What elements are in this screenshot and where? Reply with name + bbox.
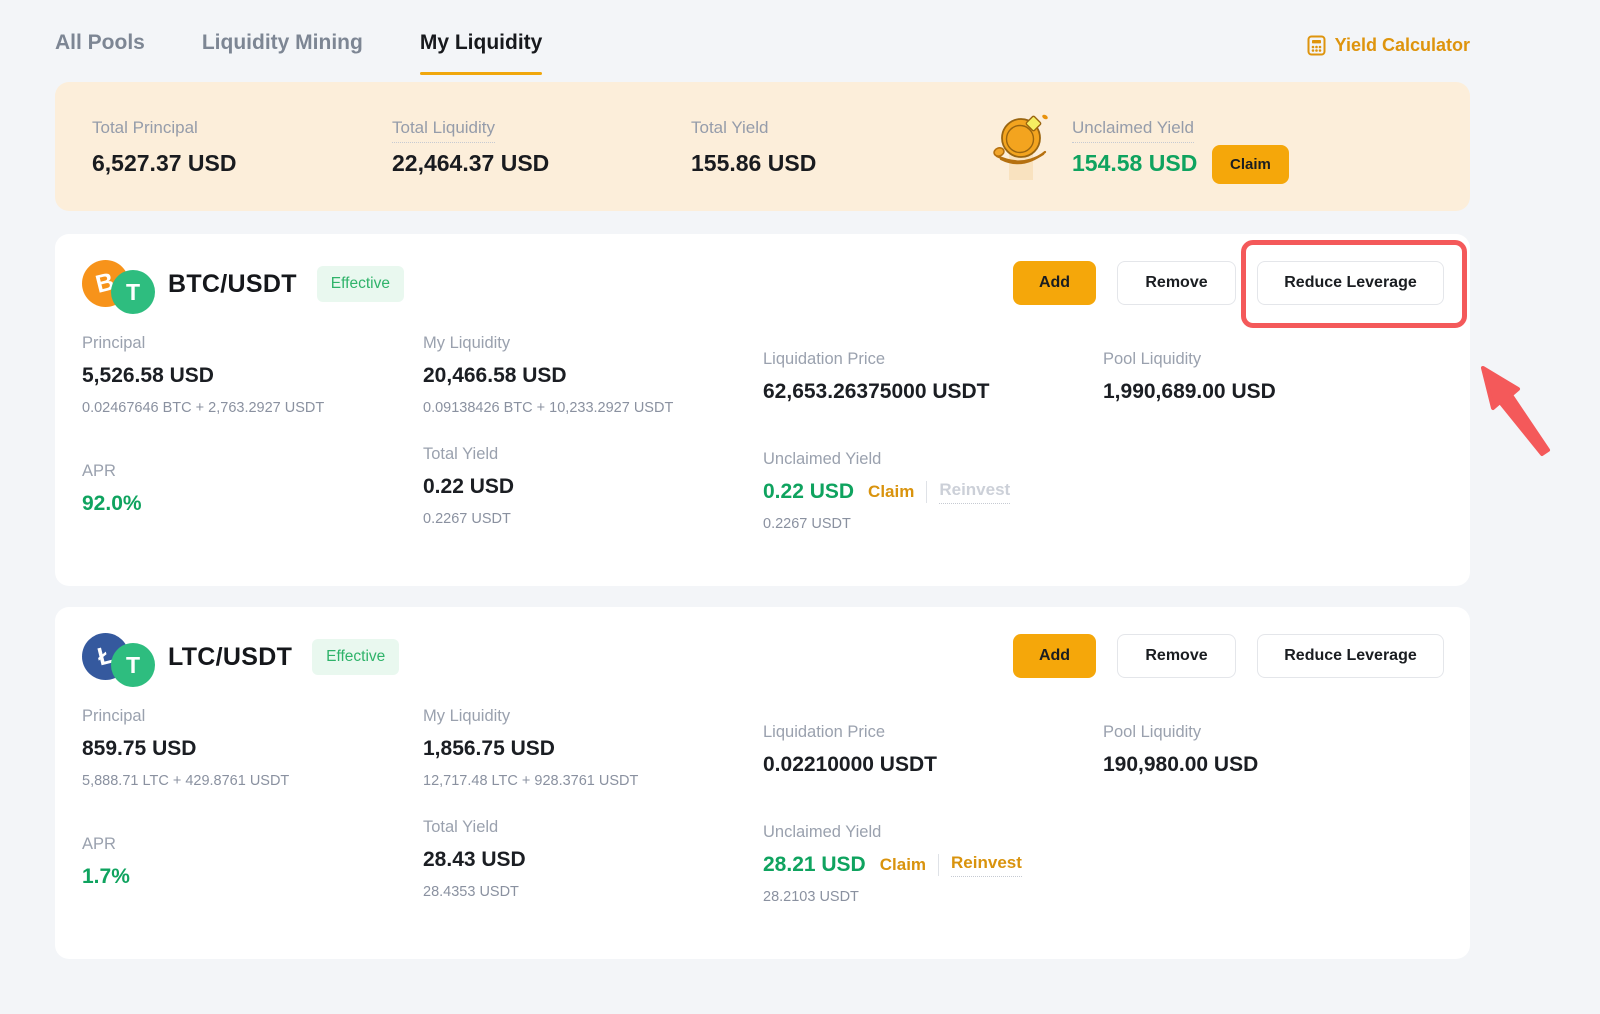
yield-calculator-label: Yield Calculator: [1335, 35, 1470, 56]
claim-link[interactable]: Claim: [868, 482, 914, 502]
active-tab-underline: [420, 72, 543, 75]
divider: [926, 481, 927, 503]
my-liquidity-value: 20,466.58 USD: [423, 364, 673, 388]
total-yield-detail: 0.2267 USDT: [423, 511, 514, 527]
principal-detail: 0.02467646 BTC + 2,763.2927 USDT: [82, 400, 324, 416]
total-yield-block: Total Yield 0.22 USD 0.2267 USDT: [423, 445, 514, 527]
apr-block: APR 92.0%: [82, 462, 142, 516]
yield-calculator-link[interactable]: Yield Calculator: [1306, 35, 1470, 56]
apr-block: APR 1.7%: [82, 835, 130, 889]
total-yield-label: Total Yield: [423, 818, 526, 837]
unclaimed-yield-value: 0.22 USD: [763, 480, 854, 504]
total-yield-value: 28.43 USD: [423, 848, 526, 872]
pool-liquidity-value: 1,990,689.00 USD: [1103, 380, 1276, 404]
usdt-icon: T: [111, 270, 155, 314]
reinvest-link: Reinvest: [939, 480, 1010, 504]
pool-liquidity-value: 190,980.00 USD: [1103, 753, 1258, 777]
tab-my-liquidity-label: My Liquidity: [420, 31, 543, 54]
pair-name: LTC/USDT: [168, 643, 292, 672]
unclaimed-yield-label[interactable]: Unclaimed Yield: [1072, 118, 1194, 143]
tab-all-pools[interactable]: All Pools: [55, 31, 145, 75]
apr-value: 1.7%: [82, 865, 130, 889]
unclaimed-yield-value: 154.58 USD: [1072, 150, 1197, 177]
status-badge: Effective: [312, 639, 399, 675]
topbar: All Pools Liquidity Mining My Liquidity …: [55, 0, 1470, 72]
annotation-arrow-icon: [1455, 352, 1600, 482]
total-principal-label: Total Principal: [92, 118, 198, 138]
pool-liquidity-label: Pool Liquidity: [1103, 723, 1258, 742]
total-yield-value: 0.22 USD: [423, 475, 514, 499]
liquidity-page: All Pools Liquidity Mining My Liquidity …: [0, 0, 1600, 1014]
unclaimed-yield-label: Unclaimed Yield: [763, 450, 1010, 469]
liquidation-price-value: 62,653.26375000 USDT: [763, 380, 990, 404]
total-yield-value: 155.86 USD: [691, 150, 816, 177]
my-liquidity-block: My Liquidity 20,466.58 USD 0.09138426 BT…: [423, 334, 673, 416]
my-liquidity-label: My Liquidity: [423, 334, 673, 353]
principal-label: Principal: [82, 707, 289, 726]
pair-name: BTC/USDT: [168, 270, 297, 299]
principal-block: Principal 859.75 USD 5,888.71 LTC + 429.…: [82, 707, 289, 789]
liquidation-price-block: Liquidation Price 0.02210000 USDT: [763, 723, 937, 777]
tab-bar: All Pools Liquidity Mining My Liquidity: [55, 31, 542, 75]
my-liquidity-detail: 12,717.48 LTC + 928.3761 USDT: [423, 773, 638, 789]
liquidation-price-block: Liquidation Price 62,653.26375000 USDT: [763, 350, 990, 404]
liquidation-price-label: Liquidation Price: [763, 723, 937, 742]
unclaimed-yield-label: Unclaimed Yield: [763, 823, 1022, 842]
pair-header: Ł T LTC/USDT Effective: [82, 631, 399, 683]
claim-link[interactable]: Claim: [880, 855, 926, 875]
my-liquidity-label: My Liquidity: [423, 707, 638, 726]
unclaimed-yield-detail: 28.2103 USDT: [763, 889, 1022, 905]
pool-liquidity-block: Pool Liquidity 190,980.00 USD: [1103, 723, 1258, 777]
principal-value: 859.75 USD: [82, 737, 289, 761]
principal-detail: 5,888.71 LTC + 429.8761 USDT: [82, 773, 289, 789]
unclaimed-yield-detail: 0.2267 USDT: [763, 516, 1010, 532]
remove-button[interactable]: Remove: [1117, 634, 1236, 678]
apr-label: APR: [82, 835, 130, 854]
my-liquidity-block: My Liquidity 1,856.75 USD 12,717.48 LTC …: [423, 707, 638, 789]
total-principal-value: 6,527.37 USD: [92, 150, 236, 177]
tab-my-liquidity[interactable]: My Liquidity: [420, 31, 543, 75]
pool-liquidity-block: Pool Liquidity 1,990,689.00 USD: [1103, 350, 1276, 404]
pool-card-btc-usdt: B T BTC/USDT Effective Add Remove Reduce…: [55, 234, 1470, 586]
my-liquidity-value: 1,856.75 USD: [423, 737, 638, 761]
reinvest-link[interactable]: Reinvest: [951, 853, 1022, 877]
pair-coins: Ł T: [82, 631, 158, 683]
unclaimed-yield-block: Unclaimed Yield 28.21 USD Claim Reinvest…: [763, 823, 1022, 905]
summary-banner: Total Principal 6,527.37 USD Total Liqui…: [55, 82, 1470, 211]
remove-button[interactable]: Remove: [1117, 261, 1236, 305]
add-button[interactable]: Add: [1013, 634, 1096, 678]
principal-block: Principal 5,526.58 USD 0.02467646 BTC + …: [82, 334, 324, 416]
liquidation-price-label: Liquidation Price: [763, 350, 990, 369]
reduce-leverage-button[interactable]: Reduce Leverage: [1257, 261, 1444, 305]
apr-label: APR: [82, 462, 142, 481]
total-yield-label: Total Yield: [691, 118, 769, 138]
reduce-leverage-button[interactable]: Reduce Leverage: [1257, 634, 1444, 678]
total-liquidity-label[interactable]: Total Liquidity: [392, 118, 495, 143]
usdt-icon: T: [111, 643, 155, 687]
total-liquidity-value: 22,464.37 USD: [392, 150, 549, 177]
pool-card-ltc-usdt: Ł T LTC/USDT Effective Add Remove Reduce…: [55, 607, 1470, 959]
total-yield-label: Total Yield: [423, 445, 514, 464]
principal-value: 5,526.58 USD: [82, 364, 324, 388]
my-liquidity-detail: 0.09138426 BTC + 10,233.2927 USDT: [423, 400, 673, 416]
unclaimed-yield-block: Unclaimed Yield 0.22 USD Claim Reinvest …: [763, 450, 1010, 532]
pool-liquidity-label: Pool Liquidity: [1103, 350, 1276, 369]
unclaimed-yield-value: 28.21 USD: [763, 853, 866, 877]
liquidation-price-value: 0.02210000 USDT: [763, 753, 937, 777]
tab-liquidity-mining[interactable]: Liquidity Mining: [202, 31, 363, 75]
total-yield-block: Total Yield 28.43 USD 28.4353 USDT: [423, 818, 526, 900]
apr-value: 92.0%: [82, 492, 142, 516]
pair-header: B T BTC/USDT Effective: [82, 258, 404, 310]
status-badge: Effective: [317, 266, 404, 302]
gold-coin-icon: [991, 110, 1053, 182]
principal-label: Principal: [82, 334, 324, 353]
add-button[interactable]: Add: [1013, 261, 1096, 305]
claim-button[interactable]: Claim: [1212, 145, 1289, 184]
calculator-icon: [1306, 35, 1327, 56]
divider: [938, 854, 939, 876]
total-yield-detail: 28.4353 USDT: [423, 884, 526, 900]
pair-coins: B T: [82, 258, 158, 310]
